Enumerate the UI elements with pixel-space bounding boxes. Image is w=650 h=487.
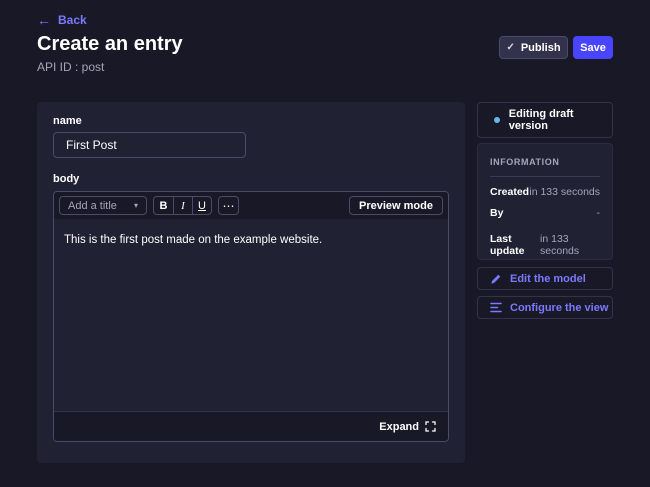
- bold-button[interactable]: B: [154, 197, 173, 214]
- info-row-created: Created in 133 seconds: [490, 186, 600, 198]
- body-text: This is the first post made on the examp…: [64, 234, 322, 246]
- information-panel: INFORMATION Created in 133 seconds By - …: [477, 143, 613, 260]
- publish-button[interactable]: ✓ Publish: [499, 36, 568, 59]
- title-select-label: Add a title: [68, 200, 117, 212]
- back-link-label: Back: [58, 13, 87, 27]
- info-row-last-update: Last update in 133 seconds: [490, 233, 600, 257]
- check-icon: ✓: [506, 43, 514, 53]
- info-label: By: [490, 207, 503, 219]
- information-divider: [490, 176, 600, 177]
- title-select[interactable]: Add a title ▾: [59, 196, 147, 215]
- edit-model-label: Edit the model: [510, 273, 586, 285]
- expand-button-label: Expand: [379, 421, 419, 433]
- body-field-label: body: [53, 173, 79, 185]
- configure-view-label: Configure the view: [510, 302, 608, 314]
- configure-view-button[interactable]: Configure the view: [477, 296, 613, 319]
- rich-text-editor: Add a title ▾ B I U ⋯ Preview mode This …: [53, 191, 449, 442]
- back-arrow-icon: ←: [37, 13, 51, 27]
- name-input[interactable]: [53, 132, 246, 158]
- information-title: INFORMATION: [490, 157, 600, 167]
- preview-mode-button[interactable]: Preview mode: [349, 196, 443, 215]
- draft-status-dot-icon: [494, 117, 500, 123]
- ellipsis-icon: ⋯: [223, 200, 235, 212]
- api-id-subtitle: API ID : post: [37, 60, 104, 74]
- page-title: Create an entry: [37, 33, 183, 56]
- info-value: -: [597, 207, 601, 219]
- draft-status-label: Editing draft version: [509, 108, 612, 132]
- more-options-button[interactable]: ⋯: [218, 196, 239, 215]
- editor-content[interactable]: This is the first post made on the examp…: [54, 219, 448, 411]
- publish-button-label: Publish: [521, 42, 561, 54]
- pencil-icon: [490, 273, 502, 285]
- editor-toolbar: Add a title ▾ B I U ⋯ Preview mode: [54, 192, 448, 219]
- info-row-created-by: By -: [490, 207, 600, 219]
- format-button-group: B I U: [153, 196, 212, 215]
- info-value: in 133 seconds: [529, 186, 600, 198]
- info-label: Last update: [490, 233, 540, 257]
- editor-footer: Expand: [54, 411, 448, 441]
- mixer-icon: [490, 302, 502, 313]
- save-button[interactable]: Save: [573, 36, 613, 59]
- draft-status-box: Editing draft version: [477, 102, 613, 138]
- content-card: name body Add a title ▾ B I U ⋯ Preview …: [37, 102, 465, 463]
- chevron-down-icon: ▾: [134, 201, 138, 210]
- expand-icon: [425, 421, 436, 432]
- name-field-label: name: [53, 115, 82, 127]
- underline-button[interactable]: U: [192, 197, 211, 214]
- info-value: in 133 seconds: [540, 233, 600, 257]
- info-label: Created: [490, 186, 529, 198]
- back-link[interactable]: ← Back: [37, 13, 87, 27]
- italic-button[interactable]: I: [173, 197, 192, 214]
- expand-button[interactable]: Expand: [379, 421, 436, 433]
- edit-model-button[interactable]: Edit the model: [477, 267, 613, 290]
- save-button-label: Save: [580, 42, 606, 54]
